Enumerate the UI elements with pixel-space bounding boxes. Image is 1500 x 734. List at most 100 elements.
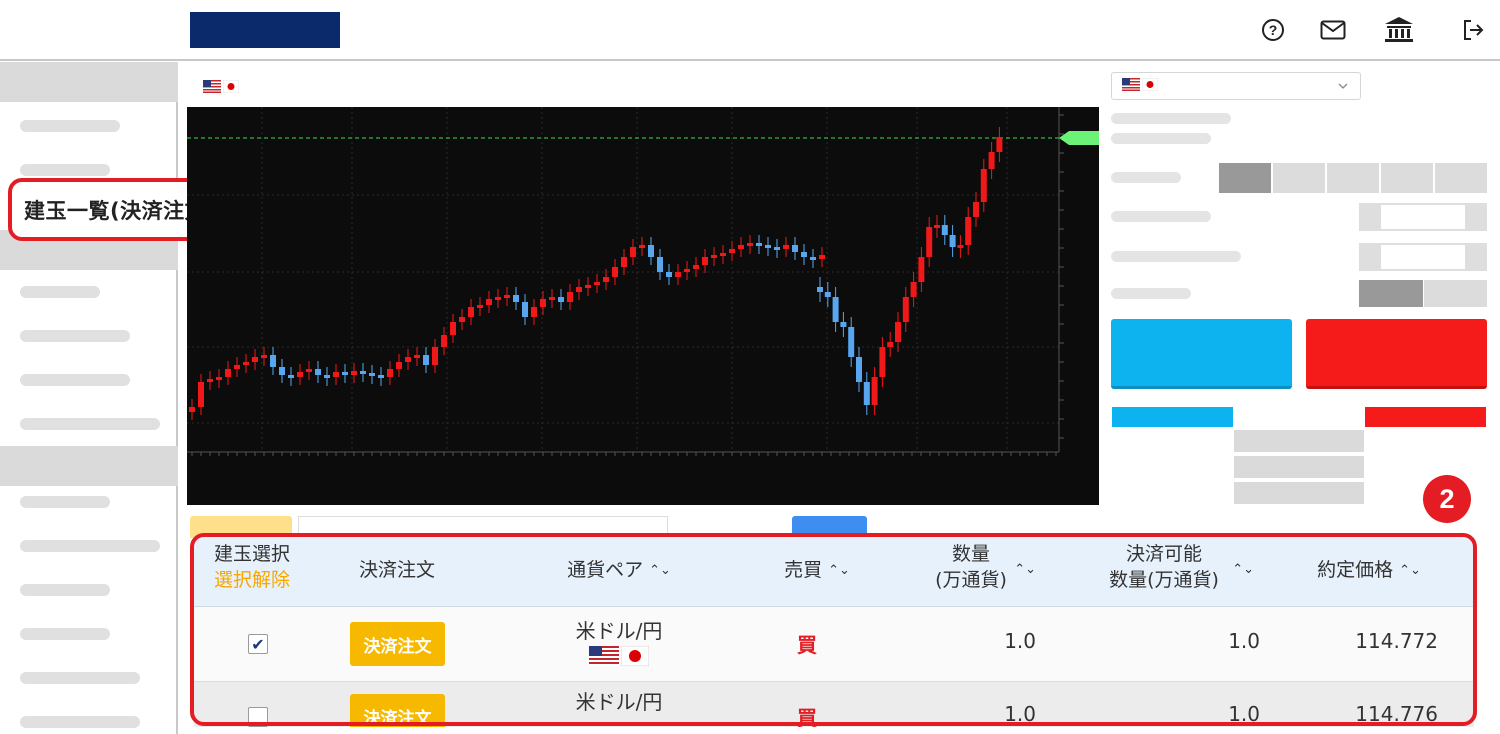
header-select: 建玉選択 選択解除 — [202, 541, 302, 593]
pair-cell: 米ドル/円 — [554, 615, 684, 666]
segment-option-active[interactable] — [1219, 163, 1271, 193]
segment-option[interactable] — [1381, 163, 1433, 193]
buy-button[interactable] — [1111, 319, 1292, 389]
candle — [765, 245, 771, 248]
candle — [887, 342, 894, 347]
candle — [432, 347, 438, 365]
sell-button[interactable] — [1306, 319, 1487, 389]
sidebar-item[interactable] — [20, 418, 160, 430]
candle — [261, 355, 267, 358]
candle — [387, 369, 393, 377]
candle — [198, 382, 204, 407]
settle-order-button[interactable]: 決済注文 — [350, 694, 445, 727]
filter-button[interactable] — [792, 516, 867, 538]
candle — [856, 357, 862, 382]
tab-positions[interactable] — [190, 516, 292, 538]
candle — [957, 245, 964, 248]
row-select-checkbox[interactable]: ✔ — [248, 634, 268, 654]
sidebar-item[interactable] — [20, 330, 130, 342]
sidebar-item[interactable] — [20, 286, 100, 298]
candle — [783, 245, 789, 249]
candle — [315, 369, 321, 375]
candle — [495, 297, 501, 300]
sidebar-item[interactable] — [20, 496, 110, 508]
row-select-checkbox[interactable] — [248, 707, 268, 727]
top-header: ? — [0, 0, 1500, 61]
side-label: 売買 — [784, 559, 823, 581]
sidebar-item[interactable] — [20, 672, 140, 684]
settle-order-button[interactable]: 決済注文 — [350, 622, 445, 666]
toggle-option-active[interactable] — [1359, 280, 1423, 307]
chevron-down-icon — [1338, 83, 1348, 89]
header-settle-order: 決済注文 — [358, 559, 435, 581]
candle — [895, 322, 901, 342]
price-row — [1234, 430, 1364, 452]
segment-option[interactable] — [1327, 163, 1379, 193]
header-side[interactable]: 売買 ⌃⌄ — [777, 557, 857, 584]
candle — [612, 267, 618, 277]
logout-icon[interactable] — [1460, 17, 1486, 43]
candle — [801, 252, 807, 257]
candle — [549, 297, 555, 300]
candle — [840, 322, 847, 327]
sidebar-item[interactable] — [20, 584, 110, 596]
ask-price-bar — [1365, 407, 1486, 427]
price-stepper[interactable] — [1359, 243, 1487, 271]
brand-logo[interactable] — [190, 12, 340, 48]
sidebar-item[interactable] — [20, 628, 110, 640]
sidebar-item[interactable] — [20, 540, 160, 552]
step-badge-2: 2 — [1423, 475, 1471, 523]
candle — [926, 227, 933, 257]
panel-placeholder — [1111, 133, 1211, 144]
candle — [297, 372, 303, 377]
header-qty[interactable]: 数量 (万通貨) ⌃⌄ — [906, 541, 1036, 593]
candle — [513, 295, 519, 302]
candle — [351, 371, 357, 375]
currency-pair-select[interactable] — [1111, 72, 1361, 100]
sidebar-item[interactable] — [20, 374, 130, 386]
quantity-stepper[interactable] — [1359, 203, 1487, 231]
pair-flags — [1122, 78, 1160, 94]
qty-cell: 1.0 — [1004, 702, 1036, 726]
sidebar-item[interactable] — [20, 716, 140, 728]
table-header: 建玉選択 選択解除 決済注文 通貨ペア ⌃⌄ 売買 ⌃⌄ 数量 (万通貨) ⌃⌄ 決… — [194, 537, 1474, 607]
mail-icon[interactable] — [1320, 17, 1346, 43]
segment-option[interactable] — [1435, 163, 1487, 193]
header-available-qty[interactable]: 決済可能 数量(万通貨) ⌃⌄ — [1084, 541, 1254, 593]
price-cell: 114.772 — [1355, 629, 1438, 653]
us-flag-icon — [203, 80, 221, 93]
panel-placeholder — [1111, 113, 1231, 124]
side-cell: 買 — [797, 633, 817, 657]
candle — [819, 255, 825, 259]
price-chart[interactable] — [187, 107, 1099, 505]
candle — [973, 202, 979, 217]
available-qty-cell: 1.0 — [1228, 629, 1260, 653]
svg-text:?: ? — [1269, 22, 1278, 38]
filter-input[interactable] — [298, 516, 668, 538]
candle — [980, 169, 987, 202]
header-pair[interactable]: 通貨ペア ⌃⌄ — [554, 557, 684, 584]
sidebar — [0, 62, 178, 734]
candle — [684, 269, 690, 272]
candle — [225, 369, 231, 377]
candle — [657, 257, 663, 272]
candle — [378, 375, 384, 378]
bank-icon[interactable] — [1384, 17, 1414, 43]
sidebar-item[interactable] — [20, 164, 110, 176]
sidebar-item[interactable] — [20, 120, 120, 132]
side-cell: 買 — [797, 706, 817, 727]
deselect-all-link[interactable]: 選択解除 — [202, 567, 302, 593]
candle — [824, 292, 831, 297]
candle — [774, 247, 780, 250]
help-icon[interactable]: ? — [1260, 17, 1286, 43]
candle — [934, 225, 940, 228]
segment-option[interactable] — [1273, 163, 1325, 193]
currency-pair-flag — [203, 80, 241, 96]
candle — [396, 362, 402, 369]
candle — [902, 297, 909, 322]
header-price[interactable]: 約定価格 ⌃⌄ — [1304, 557, 1434, 584]
candle — [988, 152, 995, 169]
sidebar-section-header — [0, 446, 178, 486]
candle — [342, 372, 348, 375]
toggle-option[interactable] — [1424, 280, 1487, 307]
